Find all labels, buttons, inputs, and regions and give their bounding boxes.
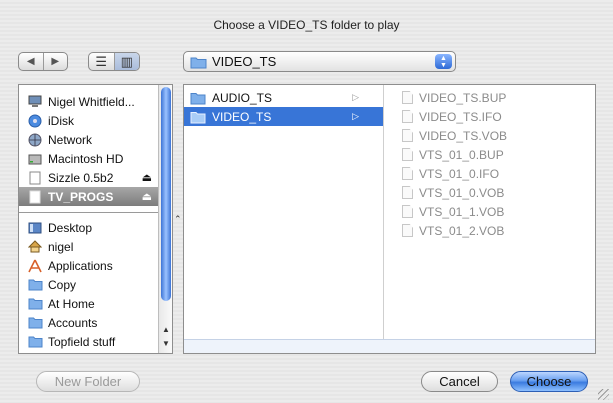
cancel-button[interactable]: Cancel [421, 371, 498, 392]
file-name: VIDEO_TS.BUP [419, 90, 507, 105]
back-forward-control[interactable]: ◀ ▶ [18, 52, 68, 71]
dialog-title: Choose a VIDEO_TS folder to play [213, 18, 400, 32]
sidebar-item-label: Accounts [48, 315, 98, 330]
sidebar-item-idisk[interactable]: iDisk [19, 111, 158, 130]
network-icon [27, 133, 43, 147]
column-view-button[interactable]: ▥ [113, 53, 139, 70]
new-folder-button[interactable]: New Folder [36, 371, 140, 392]
home-icon [27, 240, 43, 254]
sidebar-item-topfield-stuff[interactable]: Topfield stuff [19, 332, 158, 351]
sidebar-item-label: iDisk [48, 113, 74, 128]
sidebar-item-accounts[interactable]: Accounts [19, 313, 158, 332]
sidebar-item-label: Topfield stuff [48, 334, 116, 349]
sidebar-item-network[interactable]: Network [19, 130, 158, 149]
sidebar-item-label: Network [48, 132, 93, 147]
sidebar-item-label: Desktop [48, 220, 93, 235]
folder-icon [27, 316, 43, 330]
file-name: VTS_01_0.IFO [419, 166, 500, 181]
sidebar-item-at-home[interactable]: At Home [19, 294, 158, 313]
document-icon [402, 186, 413, 199]
file-item: VTS_01_0.VOB [384, 183, 595, 202]
sidebar-item-applications[interactable]: Applications [19, 256, 158, 275]
file-item: VIDEO_TS.BUP [384, 88, 595, 107]
browser-column-2: VIDEO_TS.BUP VIDEO_TS.IFO VIDEO_TS.VOB V… [384, 85, 595, 353]
sidebar-item-label: Macintosh HD [48, 151, 124, 166]
sidebar-item-label: nigel [48, 239, 74, 254]
sidebar-scroll-thumb[interactable] [161, 87, 171, 301]
browser-item-audio-ts[interactable]: AUDIO_TS ▷ [184, 88, 383, 107]
split-resize-icon[interactable]: ⌃ [174, 214, 182, 225]
browser-item-label: AUDIO_TS [212, 90, 273, 105]
sidebar-divider [19, 212, 158, 213]
sidebar-item-computer[interactable]: Nigel Whitfield... [19, 92, 158, 111]
disclosure-arrow-icon: ▷ [352, 92, 359, 102]
scroll-down-arrow-icon[interactable]: ▼ [162, 339, 170, 348]
column-browser: AUDIO_TS ▷ VIDEO_TS ▷ VIDEO_TS.BUP VIDEO… [183, 84, 596, 354]
sidebar-item-label: Nigel Whitfield... [48, 94, 135, 109]
sidebar-item-sizzle[interactable]: Sizzle 0.5b2 ⏏ [19, 168, 158, 187]
sidebar-item-macintosh-hd[interactable]: Macintosh HD [19, 149, 158, 168]
folder-icon [190, 111, 206, 123]
file-name: VTS_01_2.VOB [419, 223, 505, 238]
sidebar-item-label: Copy [48, 277, 77, 292]
desktop-icon [27, 221, 43, 235]
sidebar-item-label: Applications [48, 258, 113, 273]
sidebar-item-label: TV_PROGS [48, 189, 114, 204]
folder-icon [190, 57, 207, 68]
path-popup-label: VIDEO_TS [212, 54, 277, 69]
disk-image-icon [27, 171, 43, 185]
file-item: VTS_01_2.VOB [384, 221, 595, 240]
computer-icon [27, 95, 43, 109]
eject-icon[interactable]: ⏏ [142, 190, 152, 203]
file-item: VTS_01_0.BUP [384, 145, 595, 164]
sidebar-item-copy[interactable]: Copy [19, 275, 158, 294]
folder-icon [27, 278, 43, 292]
document-icon [402, 205, 413, 218]
path-popup[interactable]: VIDEO_TS ▲ ▼ [183, 51, 456, 72]
sidebar-item-nigel[interactable]: nigel [19, 237, 158, 256]
sidebar-item-label: Sizzle 0.5b2 [48, 170, 114, 185]
document-icon [402, 91, 413, 104]
file-item: VIDEO_TS.IFO [384, 107, 595, 126]
scroll-up-arrow-icon[interactable]: ▲ [162, 325, 170, 334]
idisk-icon [27, 114, 43, 128]
browser-item-video-ts[interactable]: VIDEO_TS ▷ [184, 107, 383, 126]
list-view-button[interactable]: ☰ [89, 53, 114, 70]
document-icon [402, 148, 413, 161]
sidebar: Nigel Whitfield... iDisk Network Macinto… [18, 84, 173, 354]
file-item: VTS_01_0.IFO [384, 164, 595, 183]
file-name: VIDEO_TS.VOB [419, 128, 508, 143]
folder-icon [27, 297, 43, 311]
file-name: VTS_01_0.BUP [419, 147, 504, 162]
sidebar-item-label: At Home [48, 296, 95, 311]
resize-grip-icon[interactable] [598, 389, 609, 400]
browser-column-1: AUDIO_TS ▷ VIDEO_TS ▷ [184, 85, 384, 353]
back-button[interactable]: ◀ [19, 53, 43, 70]
file-item: VIDEO_TS.VOB [384, 126, 595, 145]
hard-drive-icon [27, 152, 43, 166]
file-item: VTS_01_1.VOB [384, 202, 595, 221]
popup-arrows-icon: ▲ ▼ [435, 54, 452, 69]
view-mode-control[interactable]: ☰ ▥ [88, 52, 140, 71]
file-name: VIDEO_TS.IFO [419, 109, 502, 124]
file-name: VTS_01_0.VOB [419, 185, 505, 200]
file-name: VTS_01_1.VOB [419, 204, 505, 219]
browser-horizontal-scrollbar[interactable] [184, 339, 595, 353]
document-icon [402, 167, 413, 180]
document-icon [402, 224, 413, 237]
sidebar-item-tv-progs[interactable]: TV_PROGS ⏏ [19, 187, 158, 206]
eject-icon[interactable]: ⏏ [142, 171, 152, 184]
document-icon [402, 110, 413, 123]
forward-button[interactable]: ▶ [42, 53, 68, 70]
sidebar-scrollbar[interactable]: ▲ ▼ [158, 85, 172, 353]
choose-button[interactable]: Choose [510, 371, 588, 392]
applications-icon [27, 259, 43, 273]
folder-icon [190, 92, 206, 104]
disclosure-arrow-icon: ▷ [352, 111, 359, 121]
document-icon [402, 129, 413, 142]
volume-icon [27, 190, 43, 204]
sidebar-item-desktop[interactable]: Desktop [19, 218, 158, 237]
browser-item-label: VIDEO_TS [212, 109, 272, 124]
folder-icon [27, 335, 43, 349]
